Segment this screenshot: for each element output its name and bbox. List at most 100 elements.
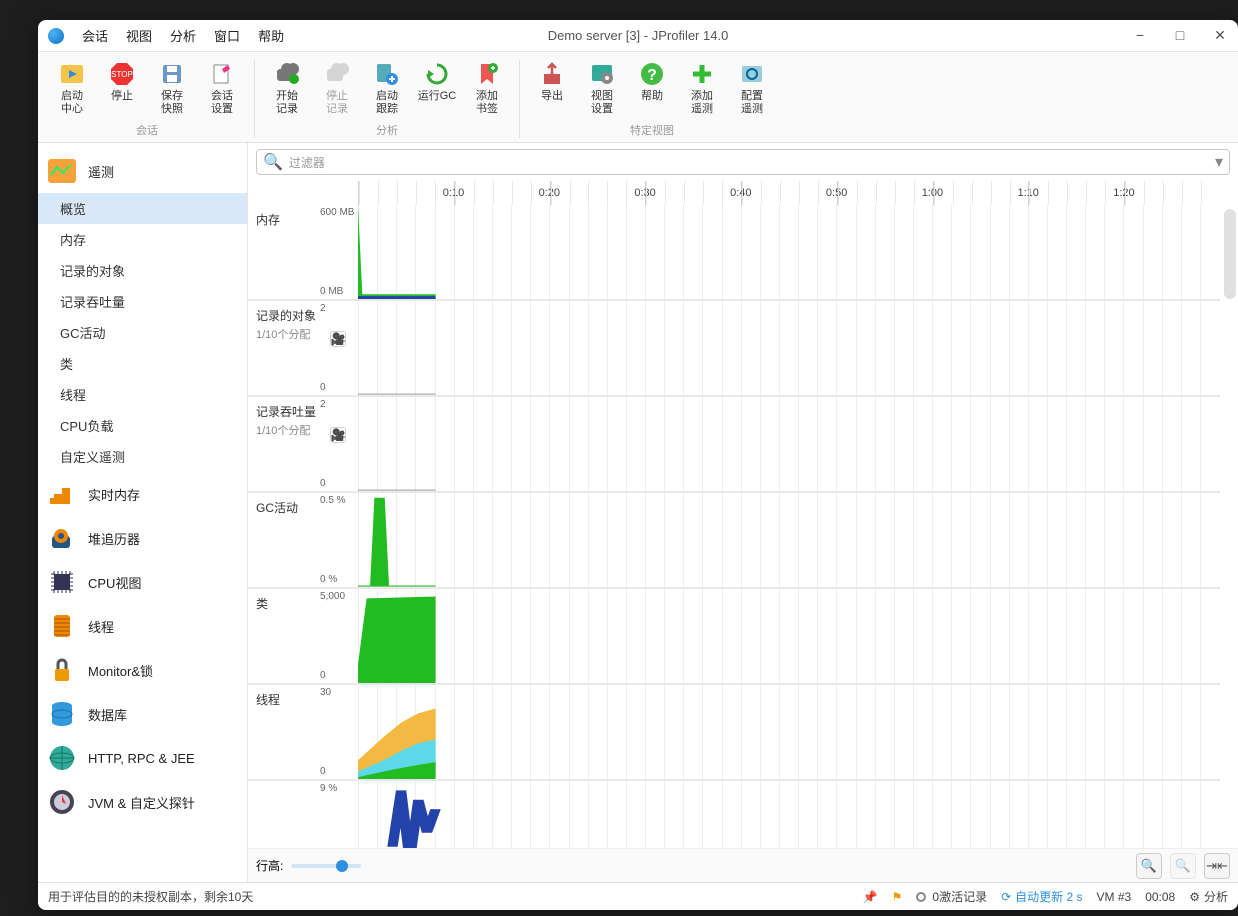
status-autorefresh[interactable]: 自动更新 2 s: [1015, 888, 1082, 905]
app-window: 会话 视图 分析 窗口 帮助 Demo server [3] - JProfil…: [38, 20, 1238, 910]
chart-plot: 0.5 %0 %: [358, 493, 1220, 587]
sidebar-cpu-views[interactable]: CPU视图: [38, 560, 247, 604]
chart-plot: 600 MB0 MB: [358, 205, 1220, 299]
filter-input[interactable]: 🔍 过滤器 ▾: [256, 149, 1230, 175]
status-vm: VM #3: [1097, 890, 1132, 904]
sidebar-sub-gc[interactable]: GC活动: [38, 317, 247, 348]
window-controls: − □ ✕: [1132, 27, 1228, 44]
pin-icon[interactable]: 📌: [863, 890, 878, 904]
menu-help[interactable]: 帮助: [250, 24, 292, 47]
menu-session[interactable]: 会话: [74, 24, 116, 47]
chart-area: 0:100:200:300:400:501:001:101:20 内存600 M…: [248, 181, 1238, 882]
chart-row[interactable]: 内存600 MB0 MB: [248, 205, 1220, 301]
chart-row-label: 内存: [248, 205, 358, 299]
sidebar-sub-overview[interactable]: 概览: [38, 193, 247, 224]
chart-row-label: 类: [248, 589, 358, 683]
add-telemetry-button[interactable]: 添加 遥测: [680, 56, 724, 120]
dropdown-icon[interactable]: ▾: [1215, 152, 1223, 172]
flag-icon[interactable]: ⚑: [892, 890, 903, 904]
close-button[interactable]: ✕: [1212, 27, 1228, 44]
filter-placeholder: 过滤器: [289, 154, 325, 171]
search-icon: 🔍: [263, 152, 283, 172]
export-button[interactable]: 导出: [530, 56, 574, 120]
row-height-label: 行高:: [256, 857, 283, 874]
chart-row-label: 线程: [248, 685, 358, 779]
record-dot-icon: [916, 892, 926, 902]
window-title: Demo server [3] - JProfiler 14.0: [548, 28, 729, 43]
session-settings-button[interactable]: 会话 设置: [200, 56, 244, 120]
minimize-button[interactable]: −: [1132, 27, 1148, 44]
configure-telemetry-button[interactable]: 配置 遥测: [730, 56, 774, 120]
tb-group-specific: 特定视图: [630, 122, 674, 138]
chart-row[interactable]: 9 %: [248, 781, 1220, 848]
sidebar-databases[interactable]: 数据库: [38, 692, 247, 736]
timeline: 0:100:200:300:400:501:001:101:20: [358, 181, 1220, 205]
chart-row-label: GC活动: [248, 493, 358, 587]
status-license: 用于评估目的的未授权副本，剩余10天: [48, 888, 253, 905]
menu-view[interactable]: 视图: [118, 24, 160, 47]
app-icon: [48, 28, 64, 44]
toolbar: 启动 中心 STOP停止 保存 快照 会话 设置 会话 开始 记录 停止 记录 …: [38, 52, 1238, 143]
chart-row-label: 记录吞吐量1/10个分配🎥: [248, 397, 358, 491]
statusbar: 用于评估目的的未授权副本，剩余10天 📌 ⚑ 0激活记录 ⟳ 自动更新 2 s V…: [38, 882, 1238, 910]
record-icon[interactable]: 🎥: [330, 427, 346, 443]
chart-row[interactable]: GC活动0.5 %0 %: [248, 493, 1220, 589]
tb-group-analyze: 分析: [376, 122, 398, 138]
add-bookmark-button[interactable]: 添加 书签: [465, 56, 509, 120]
scrollbar-thumb[interactable]: [1224, 209, 1236, 299]
svg-text:STOP: STOP: [111, 70, 133, 79]
sidebar-live-memory[interactable]: 实时内存: [38, 472, 247, 516]
chart-plot: 300: [358, 685, 1220, 779]
start-center-button[interactable]: 启动 中心: [50, 56, 94, 120]
record-icon[interactable]: 🎥: [330, 331, 346, 347]
refresh-icon[interactable]: ⟳: [1001, 890, 1011, 904]
sidebar-sub-classes[interactable]: 类: [38, 348, 247, 379]
chart-row[interactable]: 记录的对象1/10个分配🎥20: [248, 301, 1220, 397]
start-recording-button[interactable]: 开始 记录: [265, 56, 309, 120]
stop-recording-button: 停止 记录: [315, 56, 359, 120]
zoom-out-button: 🔍: [1170, 853, 1196, 879]
sidebar-sub-throughput[interactable]: 记录吞吐量: [38, 286, 247, 317]
sidebar-threads[interactable]: 线程: [38, 604, 247, 648]
chart-plot: 5,0000: [358, 589, 1220, 683]
chart-row-label: 记录的对象1/10个分配🎥: [248, 301, 358, 395]
sidebar-sub-recorded-objects[interactable]: 记录的对象: [38, 255, 247, 286]
main-panel: 🔍 过滤器 ▾ 0:100:200:300:400:501:001:101:20…: [248, 143, 1238, 882]
sidebar-sub-memory[interactable]: 内存: [38, 224, 247, 255]
titlebar: 会话 视图 分析 窗口 帮助 Demo server [3] - JProfil…: [38, 20, 1238, 52]
sidebar-heap-walker[interactable]: 堆追历器: [38, 516, 247, 560]
chart-plot: 20: [358, 301, 1220, 395]
status-activations[interactable]: 0激活记录: [932, 888, 987, 905]
chart-row-label: [248, 781, 358, 848]
menu-window[interactable]: 窗口: [206, 24, 248, 47]
start-tracking-button[interactable]: 启动 跟踪: [365, 56, 409, 120]
status-analyze[interactable]: 分析: [1204, 888, 1228, 905]
status-time: 00:08: [1145, 890, 1175, 904]
sidebar-sub-threads[interactable]: 线程: [38, 379, 247, 410]
tb-group-session: 会话: [136, 122, 158, 138]
sidebar-telemetry[interactable]: 遥测: [38, 149, 247, 193]
sidebar: 遥测 概览 内存 记录的对象 记录吞吐量 GC活动 类 线程 CPU负载 自定义…: [38, 143, 248, 882]
fit-button[interactable]: ⇥⇤: [1204, 853, 1230, 879]
menubar: 会话 视图 分析 窗口 帮助: [74, 24, 292, 47]
save-snapshot-button[interactable]: 保存 快照: [150, 56, 194, 120]
chart-row[interactable]: 类5,0000: [248, 589, 1220, 685]
chart-plot: 20: [358, 397, 1220, 491]
sidebar-jvm-probes[interactable]: JVM & 自定义探针: [38, 780, 247, 824]
run-gc-button[interactable]: 运行GC: [415, 56, 459, 120]
view-settings-button[interactable]: 视图 设置: [580, 56, 624, 120]
zoom-in-button[interactable]: 🔍: [1136, 853, 1162, 879]
stop-button[interactable]: STOP停止: [100, 56, 144, 120]
chart-row[interactable]: 记录吞吐量1/10个分配🎥20: [248, 397, 1220, 493]
chart-row[interactable]: 线程300: [248, 685, 1220, 781]
help-button[interactable]: ?帮助: [630, 56, 674, 120]
sidebar-sub-cpu-load[interactable]: CPU负载: [38, 410, 247, 441]
gear-icon[interactable]: ⚙: [1189, 890, 1200, 904]
maximize-button[interactable]: □: [1172, 27, 1188, 44]
sidebar-monitors[interactable]: Monitor&锁: [38, 648, 247, 692]
row-height-slider[interactable]: [291, 864, 361, 868]
sidebar-sub-custom[interactable]: 自定义遥测: [38, 441, 247, 472]
sidebar-http-rpc-jee[interactable]: HTTP, RPC & JEE: [38, 736, 247, 780]
menu-analyze[interactable]: 分析: [162, 24, 204, 47]
chart-footer: 行高: 🔍 🔍 ⇥⇤: [248, 848, 1238, 882]
